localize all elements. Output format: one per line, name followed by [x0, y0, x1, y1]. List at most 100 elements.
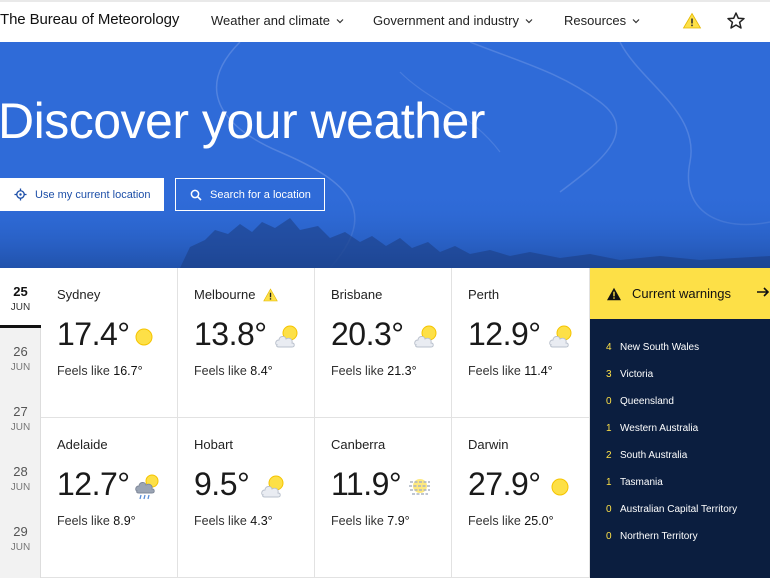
- date-day: 26: [13, 344, 28, 359]
- sunny-icon: [551, 478, 569, 496]
- warning-region: Queensland: [620, 396, 674, 407]
- date-tab-active[interactable]: 25 JUN: [0, 268, 41, 328]
- warning-item[interactable]: 0 Queensland: [606, 396, 674, 407]
- showers-icon: [135, 474, 159, 500]
- warning-count: 0: [606, 531, 612, 542]
- city-card-brisbane[interactable]: Brisbane 20.3° Feels like 21.3°: [315, 268, 452, 418]
- city-name: Adelaide: [57, 437, 108, 452]
- city-temperature: 12.7°: [57, 466, 130, 502]
- city-forecast-grid: Sydney 17.4° Feels like 16.7° Melbourne …: [41, 268, 590, 578]
- city-card-perth[interactable]: Perth 12.9° Feels like 11.4°: [452, 268, 590, 418]
- site-header: The Bureau of Meteorology Weather and cl…: [0, 2, 770, 42]
- search-icon: [190, 189, 202, 201]
- search-location-button[interactable]: Search for a location: [175, 178, 325, 211]
- nav-government-and-industry[interactable]: Government and industry: [373, 13, 533, 28]
- warning-icon: [263, 287, 279, 301]
- chevron-down-icon: [525, 18, 533, 23]
- city-card-hobart[interactable]: Hobart 9.5° Feels like 4.3°: [178, 418, 315, 578]
- warning-count: 1: [606, 477, 612, 488]
- warning-count: 4: [606, 342, 612, 353]
- nav-label: Government and industry: [373, 13, 519, 28]
- date-month: JUN: [10, 422, 31, 433]
- warning-item[interactable]: 1 Western Australia: [606, 423, 698, 434]
- city-card-sydney[interactable]: Sydney 17.4° Feels like 16.7°: [41, 268, 178, 418]
- date-month: JUN: [10, 302, 31, 313]
- date-month: JUN: [10, 482, 31, 493]
- warning-region: Western Australia: [620, 423, 699, 434]
- warning-region: South Australia: [620, 450, 688, 461]
- city-card-adelaide[interactable]: Adelaide 12.7° Feels like 8.9°: [41, 418, 178, 578]
- city-temperature: 20.3°: [331, 316, 404, 352]
- city-name: Darwin: [468, 437, 509, 452]
- use-current-location-label: Use my current location: [35, 188, 151, 201]
- current-warnings-title: Current warnings: [632, 286, 731, 301]
- current-warnings-header[interactable]: Current warnings: [590, 268, 770, 319]
- feels-like: Feels like 11.4°: [468, 364, 553, 378]
- date-day: 25: [13, 284, 28, 299]
- hero-title: Discover your weather: [0, 93, 485, 149]
- feels-like: Feels like 8.9°: [57, 514, 136, 528]
- warning-item[interactable]: 1 Tasmania: [606, 477, 663, 488]
- partly-cloudy-icon: [549, 325, 572, 348]
- feels-like: Feels like 16.7°: [57, 364, 143, 378]
- sunny-icon: [135, 328, 153, 346]
- city-name: Brisbane: [331, 287, 383, 302]
- city-temperature: 9.5°: [194, 466, 250, 502]
- forecast-date-selector: 25 JUN 26 JUN 27 JUN 28 JUN 29 JUN: [0, 268, 41, 578]
- date-tab[interactable]: 27 JUN: [0, 388, 41, 448]
- search-location-label: Search for a location: [210, 188, 311, 201]
- site-brand[interactable]: The Bureau of Meteorology: [0, 11, 179, 28]
- warning-count: 0: [606, 504, 612, 515]
- feels-like: Feels like 21.3°: [331, 364, 417, 378]
- hero-banner: Discover your weather Use my current loc…: [0, 42, 770, 268]
- warning-item[interactable]: 0 Northern Territory: [606, 531, 698, 542]
- chevron-down-icon: [632, 18, 640, 23]
- date-tab[interactable]: 26 JUN: [0, 328, 41, 388]
- nav-label: Resources: [564, 13, 627, 28]
- city-card-darwin[interactable]: Darwin 27.9° Feels like 25.0°: [452, 418, 590, 578]
- haze-icon: [409, 479, 431, 495]
- feels-like: Feels like 7.9°: [331, 514, 410, 528]
- star-icon[interactable]: [726, 11, 746, 31]
- warning-item[interactable]: 2 South Australia: [606, 450, 687, 461]
- city-name: Melbourne: [194, 287, 279, 302]
- date-tab[interactable]: 29 JUN: [0, 508, 41, 568]
- warning-icon[interactable]: [682, 11, 702, 31]
- city-card-canberra[interactable]: Canberra 11.9° Feels like 7.9°: [315, 418, 452, 578]
- city-temperature: 13.8°: [194, 316, 267, 352]
- warning-count: 0: [606, 396, 612, 407]
- warning-item[interactable]: 0 Australian Capital Territory: [606, 504, 737, 515]
- chevron-down-icon: [336, 18, 344, 23]
- warning-region: Northern Territory: [620, 531, 698, 542]
- warning-item[interactable]: 4 New South Wales: [606, 342, 699, 353]
- city-temperature: 12.9°: [468, 316, 541, 352]
- warning-region: Australian Capital Territory: [620, 504, 738, 515]
- feels-like: Feels like 8.4°: [194, 364, 273, 378]
- arrow-right-icon: [757, 287, 770, 297]
- warning-count: 1: [606, 423, 612, 434]
- city-card-melbourne[interactable]: Melbourne 13.8° Feels like 8.4°: [178, 268, 315, 418]
- city-name: Perth: [468, 287, 500, 302]
- feels-like: Feels like 4.3°: [194, 514, 273, 528]
- warning-icon: [607, 287, 621, 300]
- warnings-list: 4 New South Wales 3 Victoria 0 Queenslan…: [590, 319, 770, 578]
- nav-weather-and-climate[interactable]: Weather and climate: [211, 13, 344, 28]
- partly-cloudy-icon: [414, 325, 437, 348]
- partly-cloudy-icon: [261, 475, 284, 498]
- use-current-location-button[interactable]: Use my current location: [0, 178, 164, 211]
- city-temperature: 11.9°: [331, 466, 402, 502]
- date-day: 29: [13, 524, 28, 539]
- date-month: JUN: [10, 542, 31, 553]
- crosshair-icon: [14, 188, 27, 201]
- nav-label: Weather and climate: [211, 13, 330, 28]
- city-temperature: 27.9°: [468, 466, 541, 502]
- date-tab[interactable]: 28 JUN: [0, 448, 41, 508]
- feels-like: Feels like 25.0°: [468, 514, 554, 528]
- warning-item[interactable]: 3 Victoria: [606, 369, 653, 380]
- date-day: 27: [13, 404, 28, 419]
- city-temperature: 17.4°: [57, 316, 130, 352]
- nav-resources[interactable]: Resources: [564, 13, 640, 28]
- date-month: JUN: [10, 362, 31, 373]
- warning-count: 2: [606, 450, 612, 461]
- city-name: Canberra: [331, 437, 386, 452]
